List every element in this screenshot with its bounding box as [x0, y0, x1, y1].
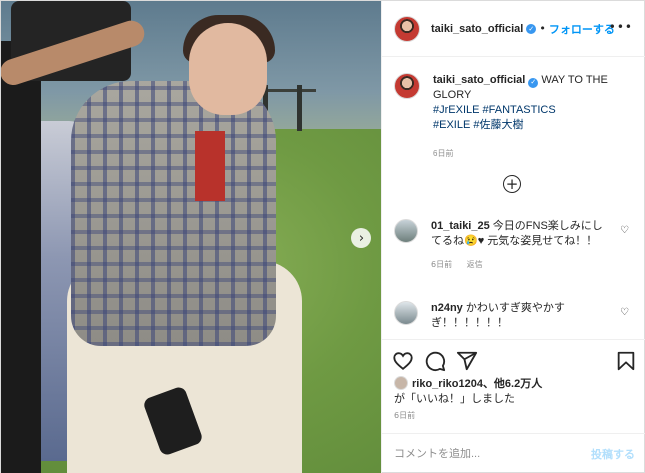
post-side-panel: taiki_sato_official ✓ • フォローする ••• taiki… — [381, 1, 645, 473]
author-username[interactable]: taiki_sato_official — [431, 23, 523, 35]
comment-reply-button[interactable]: 返信 — [467, 260, 483, 269]
post-modal: › taiki_sato_official ✓ • フォローする ••• tai… — [0, 0, 645, 473]
photo-camera-operator — [1, 41, 41, 473]
comment-like-heart-icon[interactable]: ♡ — [620, 225, 629, 236]
comment-body: n24ny かわいすぎ爽やかすぎ！！！！！！ — [431, 301, 606, 331]
follow-button[interactable]: フォローする — [549, 21, 615, 37]
author-avatar[interactable] — [394, 15, 420, 42]
hashtag-link[interactable]: #FANTASTICS — [483, 104, 556, 116]
photo-subject-shirt — [195, 131, 225, 201]
heart-icon[interactable] — [392, 350, 414, 372]
comment-timestamp: 6日前 — [431, 260, 453, 269]
post-caption: taiki_sato_official ✓ WAY TO THE GLORY #J… — [394, 73, 639, 161]
likes-count[interactable]: 、他6.2万人 — [483, 378, 542, 390]
comment-body: 01_taiki_25 今日のFNS楽しみにしてるね😢♥ 元気な姿見せてね！！ — [431, 219, 606, 249]
comment-username[interactable]: n24ny — [431, 302, 463, 314]
comment-like-heart-icon[interactable]: ♡ — [620, 307, 629, 318]
liker-avatar[interactable] — [394, 376, 408, 390]
comment-avatar[interactable] — [394, 301, 418, 325]
plus-circle-icon[interactable]: + — [503, 175, 521, 193]
post-photo[interactable] — [1, 1, 381, 473]
post-timestamp: 6日前 — [394, 411, 416, 420]
separator-dot: • — [539, 22, 546, 35]
next-photo-button[interactable]: › — [351, 228, 371, 248]
comment-avatar[interactable] — [394, 219, 418, 243]
more-options-button[interactable]: ••• — [609, 20, 633, 34]
likes-summary: riko_riko1204、他6.2万人 が「いいね！」しました — [394, 376, 639, 407]
photo-subject-face — [189, 23, 267, 115]
comment-item: n24ny かわいすぎ爽やかすぎ！！！！！！ ♡ — [394, 301, 639, 331]
caption-username[interactable]: taiki_sato_official — [433, 74, 525, 86]
liker-username[interactable]: riko_riko1204 — [412, 378, 483, 390]
add-comment-bar: 投稿する — [382, 433, 645, 473]
photo-subject-jacket — [71, 81, 276, 346]
paper-plane-icon[interactable] — [456, 350, 478, 372]
comment-input[interactable] — [394, 448, 591, 460]
likes-text: が「いいね！」しました — [394, 393, 515, 405]
comment-username[interactable]: 01_taiki_25 — [431, 220, 490, 232]
chevron-right-icon: › — [358, 230, 365, 246]
comment-bubble-icon[interactable] — [424, 350, 446, 372]
caption-timestamp: 6日前 — [433, 149, 454, 158]
verified-badge-icon: ✓ — [526, 23, 537, 34]
post-comment-button[interactable]: 投稿する — [591, 446, 635, 462]
hashtag-link[interactable]: #JrEXILE — [433, 104, 479, 116]
hashtag-link[interactable]: #佐藤大樹 — [473, 119, 523, 131]
photo-fence-post — [297, 85, 302, 131]
hashtag-link[interactable]: #EXILE — [433, 119, 470, 131]
caption-body: taiki_sato_official ✓ WAY TO THE GLORY #J… — [433, 73, 633, 161]
verified-badge-icon: ✓ — [528, 78, 539, 88]
caption-avatar[interactable] — [394, 73, 420, 99]
post-actions-bar — [382, 339, 645, 379]
bookmark-icon[interactable] — [615, 350, 637, 372]
comment-item: 01_taiki_25 今日のFNS楽しみにしてるね😢♥ 元気な姿見せてね！！ … — [394, 219, 639, 270]
post-header: taiki_sato_official ✓ • フォローする ••• — [382, 1, 645, 57]
